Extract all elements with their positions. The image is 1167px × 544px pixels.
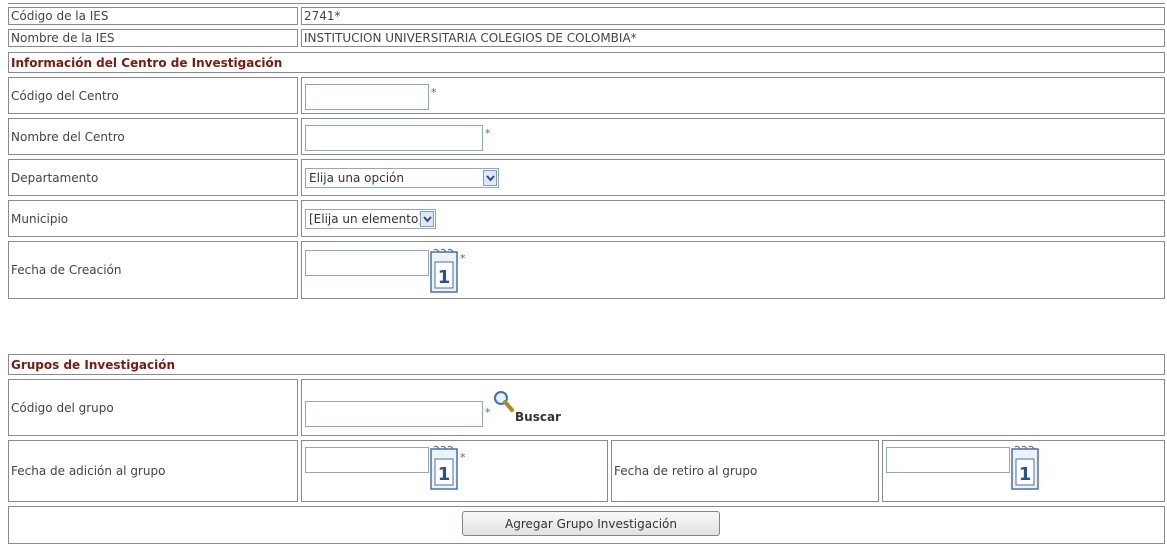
section-centro: Información del Centro de Investigación (8, 52, 1165, 73)
nombre-centro-input[interactable] (305, 125, 483, 151)
section-grupos-title: Grupos de Investigación (8, 354, 1165, 375)
row-codigo-centro: Código del Centro * (8, 77, 1165, 114)
row-fecha-creacion: Fecha de Creación * (8, 241, 1165, 299)
codigo-grupo-required: * (485, 406, 491, 419)
top-rule (8, 3, 1165, 4)
form-frame: Código de la IES 2741* Nombre de la IES … (0, 0, 1165, 544)
agregar-grupo-button[interactable]: Agregar Grupo Investigación (462, 511, 720, 536)
ies-name-value: INSTITUCION UNIVERSITARIA COLEGIOS DE CO… (301, 29, 1165, 47)
fecha-adicion-input[interactable] (305, 447, 429, 473)
ies-code-value: 2741* (301, 7, 1165, 25)
magnifier-icon[interactable] (493, 390, 515, 414)
fecha-creacion-required: * (460, 252, 466, 265)
chevron-down-icon[interactable] (483, 170, 497, 186)
fecha-adicion-cell: * (301, 440, 608, 502)
codigo-centro-input[interactable] (305, 84, 429, 110)
agregar-cell: Agregar Grupo Investigación (8, 506, 1165, 544)
fecha-retiro-cell (882, 440, 1165, 502)
fecha-creacion-label: Fecha de Creación (8, 241, 298, 299)
fecha-adicion-label: Fecha de adición al grupo (8, 440, 298, 502)
nombre-centro-cell: * (301, 118, 1165, 155)
codigo-centro-required: * (431, 86, 437, 99)
row-agregar: Agregar Grupo Investigación (8, 506, 1165, 544)
calendar-icon[interactable] (1010, 445, 1040, 491)
codigo-centro-cell: * (301, 77, 1165, 114)
codigo-grupo-cell: * Buscar (301, 379, 1165, 436)
calendar-icon[interactable] (429, 445, 459, 491)
fecha-adicion-required: * (460, 451, 466, 464)
fecha-retiro-input[interactable] (886, 447, 1010, 473)
row-fechas-grupo: Fecha de adición al grupo * Fecha de ret… (8, 440, 1165, 502)
row-codigo-ies: Código de la IES 2741* (8, 7, 1165, 25)
codigo-grupo-input[interactable] (305, 401, 483, 427)
buscar-link[interactable]: Buscar (515, 410, 561, 424)
section-grupos: Grupos de Investigación (8, 354, 1165, 375)
row-nombre-centro: Nombre del Centro * (8, 118, 1165, 155)
nombre-centro-label: Nombre del Centro (8, 118, 298, 155)
row-nombre-ies: Nombre de la IES INSTITUCION UNIVERSITAR… (8, 29, 1165, 47)
fecha-creacion-cell: * (301, 241, 1165, 299)
row-departamento: Departamento Elija una opción (8, 159, 1165, 196)
codigo-centro-label: Código del Centro (8, 77, 298, 114)
section-centro-title: Información del Centro de Investigación (8, 52, 1165, 73)
fecha-creacion-input[interactable] (305, 250, 429, 276)
departamento-cell: Elija una opción (301, 159, 1165, 196)
municipio-cell: [Elija un elemento] (301, 200, 1165, 237)
departamento-select[interactable]: Elija una opción (305, 168, 499, 188)
departamento-selected: Elija una opción (309, 171, 404, 185)
row-municipio: Municipio [Elija un elemento] (8, 200, 1165, 237)
calendar-icon[interactable] (429, 248, 459, 294)
ies-code-label: Código de la IES (8, 7, 298, 25)
municipio-selected: [Elija un elemento] (309, 212, 423, 226)
chevron-down-icon[interactable] (420, 211, 434, 227)
fecha-retiro-label: Fecha de retiro al grupo (611, 440, 879, 502)
codigo-grupo-label: Código del grupo (8, 379, 298, 436)
row-codigo-grupo: Código del grupo * Buscar (8, 379, 1165, 436)
municipio-select[interactable]: [Elija un elemento] (305, 209, 436, 229)
ies-name-label: Nombre de la IES (8, 29, 298, 47)
departamento-label: Departamento (8, 159, 298, 196)
municipio-label: Municipio (8, 200, 298, 237)
nombre-centro-required: * (485, 127, 491, 140)
